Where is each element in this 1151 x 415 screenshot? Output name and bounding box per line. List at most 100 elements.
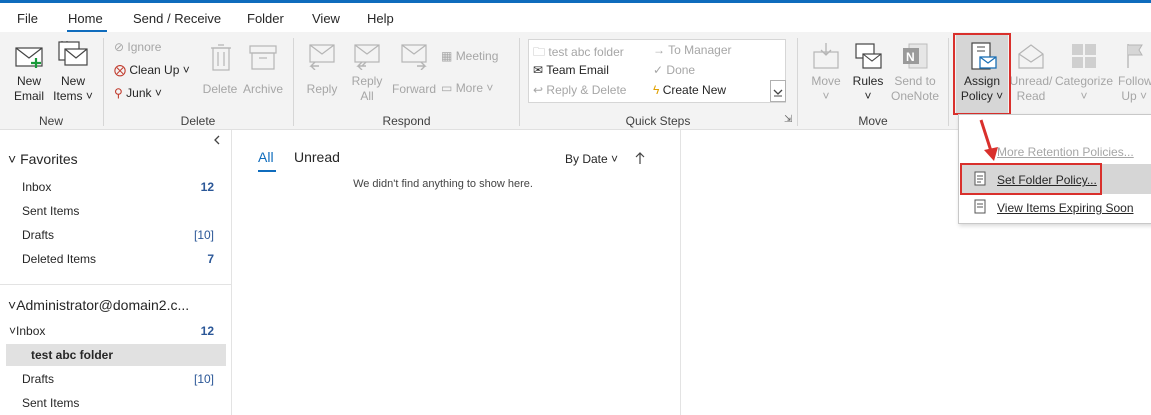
ignore-icon: ⊘ xyxy=(114,40,125,54)
categorize-icon xyxy=(1072,44,1096,68)
calendar-icon: ▦ xyxy=(441,49,453,63)
tab-view[interactable]: View xyxy=(312,11,340,26)
group-label-quick-steps: Quick Steps xyxy=(625,114,691,128)
highlight-box-assign-policy xyxy=(953,33,1011,115)
clean-up-icon: ⨂ xyxy=(114,63,126,77)
folder-pane: ˅ Favorites Inbox 12 Sent Items Drafts [… xyxy=(0,130,232,415)
separator xyxy=(797,38,798,126)
chevron-down-icon xyxy=(773,89,783,97)
quick-step-create-new[interactable]: ϟ Create New xyxy=(653,83,726,97)
menu-item-more-retention-policies[interactable]: More Retention Policies... xyxy=(997,145,1134,159)
ignore-button[interactable]: ⊘ Ignore xyxy=(114,40,161,54)
junk-button[interactable]: ⚲ Junk ˅ xyxy=(114,86,162,100)
tab-folder[interactable]: Folder xyxy=(247,11,284,26)
folder-drafts-favorite[interactable]: Drafts xyxy=(22,228,54,242)
folder-sent-items-favorite[interactable]: Sent Items xyxy=(22,204,79,218)
separator xyxy=(948,38,949,126)
message-list: All Unread By Date ˅ We didn't find anyt… xyxy=(232,130,681,415)
group-label-new: New xyxy=(38,114,63,128)
filter-indicator xyxy=(258,170,276,172)
sort-by-dropdown[interactable]: By Date ˅ xyxy=(565,152,618,166)
follow-up-button[interactable]: Follow Up ˅ xyxy=(1114,40,1151,110)
tab-file[interactable]: File xyxy=(17,11,38,26)
move-folder-icon xyxy=(813,43,839,69)
sort-direction-icon[interactable] xyxy=(634,151,646,165)
send-to-onenote-button[interactable]: N Send to OneNote xyxy=(888,40,942,110)
folder-drafts[interactable]: Drafts xyxy=(22,372,54,386)
tab-home[interactable]: Home xyxy=(68,11,103,26)
more-respond-button[interactable]: ▭ More ˅ xyxy=(441,81,493,95)
folder-inbox[interactable]: ˅Inbox xyxy=(9,324,45,338)
meeting-button[interactable]: ▦ Meeting xyxy=(441,49,498,63)
tab-help[interactable]: Help xyxy=(367,11,394,26)
flag-icon xyxy=(1127,44,1143,68)
separator xyxy=(103,38,104,126)
unread-read-button[interactable]: Unread/Read xyxy=(1008,40,1054,110)
check-icon: ✓ xyxy=(653,63,664,77)
open-envelope-icon xyxy=(1018,44,1044,69)
draft-count: [10] xyxy=(193,372,214,386)
reply-button[interactable]: Reply xyxy=(302,40,342,110)
quick-step-team-email[interactable]: ✉ Team Email xyxy=(533,63,609,77)
clean-up-button[interactable]: ⨂ Clean Up ˅ xyxy=(114,63,190,77)
archive-button[interactable]: Archive xyxy=(241,40,285,110)
dialog-launcher-icon[interactable]: ⇲ xyxy=(784,114,792,125)
unread-count: 7 xyxy=(207,252,214,266)
delete-button[interactable]: Delete xyxy=(201,40,239,110)
unread-count: 12 xyxy=(200,324,214,338)
filter-all-tab[interactable]: All xyxy=(258,149,274,165)
onenote-icon: N xyxy=(903,43,928,69)
categorize-button[interactable]: Categorize ˅ xyxy=(1054,40,1114,110)
new-items-icon xyxy=(58,41,88,66)
draft-count: [10] xyxy=(193,228,214,242)
rules-button[interactable]: Rules ˅ xyxy=(848,40,888,110)
arrow-right-icon: → xyxy=(653,43,665,57)
forward-button[interactable]: Forward xyxy=(391,40,437,110)
junk-icon: ⚲ xyxy=(114,86,123,100)
forward-icon xyxy=(401,44,427,70)
ribbon-tabs: File Home Send / Receive Folder View Hel… xyxy=(0,3,1151,32)
group-label-respond: Respond xyxy=(382,114,431,128)
collapse-pane-icon[interactable] xyxy=(212,135,222,145)
quick-steps-expand-button[interactable] xyxy=(770,80,786,102)
archive-icon xyxy=(249,45,277,70)
trash-icon xyxy=(211,44,231,71)
rules-icon xyxy=(855,43,882,69)
empty-list-message: We didn't find anything to show here. xyxy=(353,178,533,190)
envelope-icon: ✉ xyxy=(533,63,544,77)
unread-count: 12 xyxy=(200,180,214,194)
tab-send-receive[interactable]: Send / Receive xyxy=(133,11,221,26)
annotation-arrow-icon xyxy=(979,119,998,161)
chevron-down-icon: ˅ xyxy=(8,297,17,313)
reply-delete-icon: ↩ xyxy=(533,83,544,97)
chevron-down-icon: ˅ xyxy=(611,152,619,166)
folder-test-abc-folder[interactable]: test abc folder xyxy=(31,348,113,362)
folder-inbox-favorite[interactable]: Inbox xyxy=(22,180,51,194)
quick-step-reply-delete[interactable]: ↩ Reply & Delete xyxy=(533,83,626,97)
reply-all-button[interactable]: Reply All xyxy=(345,40,389,110)
group-label-delete: Delete xyxy=(180,114,216,128)
reply-icon xyxy=(309,44,335,70)
reply-all-icon xyxy=(354,44,380,70)
expiring-items-icon xyxy=(974,199,986,214)
menu-item-view-items-expiring-soon[interactable]: View Items Expiring Soon xyxy=(997,201,1134,215)
quick-step-done[interactable]: ✓ Done xyxy=(653,63,695,77)
highlight-box-set-folder-policy xyxy=(960,163,1102,195)
folder-icon: 🗀 xyxy=(533,45,546,59)
new-items-button[interactable]: New Items ˅ xyxy=(50,40,96,110)
account-header[interactable]: ˅Administrator@domain2.c... xyxy=(8,297,189,313)
quick-step-test-abc-folder[interactable]: 🗀 test abc folder xyxy=(533,43,624,64)
new-email-icon xyxy=(15,47,43,68)
lightning-icon: ϟ xyxy=(653,83,660,97)
folder-deleted-items-favorite[interactable]: Deleted Items xyxy=(22,252,96,266)
separator xyxy=(519,38,520,126)
favorites-header[interactable]: ˅ Favorites xyxy=(8,151,78,167)
folder-sent-items[interactable]: Sent Items xyxy=(22,396,79,410)
group-label-move: Move xyxy=(858,114,888,128)
quick-step-to-manager[interactable]: → To Manager xyxy=(653,43,732,57)
separator xyxy=(293,38,294,126)
new-email-button[interactable]: New Email xyxy=(8,40,50,110)
chevron-down-icon: ˅ xyxy=(9,324,17,338)
move-button[interactable]: Move ˅ xyxy=(806,40,846,110)
filter-unread-tab[interactable]: Unread xyxy=(294,149,340,165)
